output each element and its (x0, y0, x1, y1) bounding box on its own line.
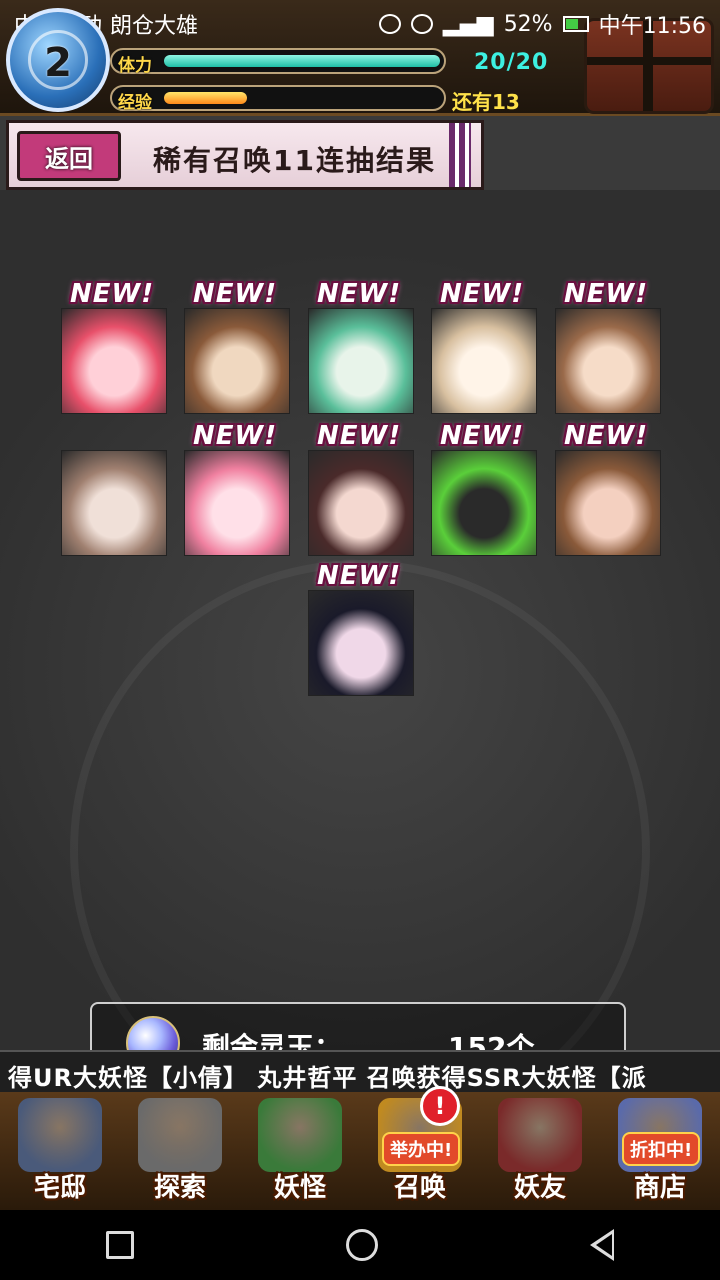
nav-label: 召唤 (393, 1173, 446, 1203)
nav-button[interactable]: 妖怪 (240, 1092, 360, 1210)
mansion-icon (18, 1098, 102, 1172)
banner-stripe (449, 123, 471, 187)
signal-icon: ▂▄▆ (442, 11, 494, 37)
stamina-value: 20/20 (474, 50, 549, 75)
app-label: 朗仓大雄 (110, 14, 199, 39)
friend-portrait-icon (498, 1098, 582, 1172)
experience-remaining: 还有13 (452, 90, 520, 114)
new-tag: NEW! (564, 279, 649, 309)
experience-bar: 经验 (110, 85, 446, 113)
new-tag: NEW! (440, 279, 525, 309)
new-tag: NEW! (317, 421, 402, 451)
nav-badge: 折扣中! (622, 1132, 701, 1166)
nav-label: 宅邸 (33, 1173, 86, 1203)
stamina-fill (164, 55, 440, 67)
ticker-text: 得UR大妖怪【小倩】 丸井哲平 召唤获得SSR大妖怪【派 (8, 1064, 647, 1092)
character-portrait (185, 309, 289, 413)
result-card[interactable]: NEW! (555, 421, 661, 556)
result-card[interactable] (61, 450, 167, 556)
eye-icon (410, 14, 433, 34)
system-nav-bar (0, 1210, 720, 1280)
nav-badge: 举办中! (382, 1132, 461, 1166)
character-portrait (62, 309, 166, 413)
nav-button[interactable]: 折扣中! 商店 (600, 1092, 720, 1210)
new-tag: NEW! (70, 279, 155, 309)
result-card[interactable]: NEW! (431, 421, 537, 556)
announcement-ticker: 得UR大妖怪【小倩】 丸井哲平 召唤获得SSR大妖怪【派 (0, 1050, 720, 1092)
level-badge[interactable]: 2 (6, 8, 110, 112)
new-tag: NEW! (317, 561, 402, 591)
game-screen: { "status_bar": { "carrier": "中国移动", "ap… (0, 0, 720, 1280)
character-portrait (309, 451, 413, 555)
character-portrait (432, 451, 536, 555)
page-title: 稀有召唤11连抽结果 (153, 144, 436, 177)
new-tag: NEW! (193, 421, 278, 451)
nav-button[interactable]: 宅邸 (0, 1092, 120, 1210)
level-number: 2 (44, 40, 72, 86)
nav-label: 妖友 (513, 1173, 566, 1203)
character-portrait (556, 309, 660, 413)
back-button[interactable]: 返回 (17, 131, 121, 181)
status-bar: 中国移动 朗仓大雄 ▂▄▆ 52% 中午11:56 (0, 0, 720, 48)
alert-icon: ! (420, 1086, 460, 1126)
recent-apps-button[interactable] (106, 1231, 134, 1259)
clock: 中午11:56 (598, 14, 706, 39)
nav-button[interactable]: 妖友 (480, 1092, 600, 1210)
nav-button[interactable]: 探索 (120, 1092, 240, 1210)
battery-percent: 52% (503, 11, 553, 37)
result-card[interactable]: NEW! (308, 421, 414, 556)
experience-label: 经验 (118, 93, 152, 113)
nav-label: 商店 (633, 1173, 686, 1203)
result-card[interactable]: NEW! (308, 279, 414, 414)
result-card[interactable]: NEW! (184, 279, 290, 414)
summon-results-area: NEW! NEW! NEW! NEW! NEW! NEW! NEW! NEW! NEW! NEW!… (0, 190, 720, 1140)
result-card[interactable]: NEW! (555, 279, 661, 414)
new-tag: NEW! (440, 421, 525, 451)
scroll-icon (258, 1098, 342, 1172)
new-tag: NEW! (564, 421, 649, 451)
bottom-nav: 宅邸 探索 妖怪 举办中!! 召唤 妖友 折扣中! 商店 (0, 1086, 720, 1210)
new-tag: NEW! (317, 279, 402, 309)
character-portrait (62, 451, 166, 555)
character-portrait (309, 309, 413, 413)
nav-label: 探索 (153, 1173, 206, 1203)
character-portrait (309, 591, 413, 695)
stamina-bar: 体力 (110, 48, 446, 76)
nav-button[interactable]: 举办中!! 召唤 (360, 1086, 480, 1210)
experience-fill (164, 92, 247, 104)
character-portrait (556, 451, 660, 555)
character-portrait (432, 309, 536, 413)
title-banner: 返回 稀有召唤11连抽结果 (6, 120, 484, 190)
battery-icon (562, 16, 589, 32)
new-tag: NEW! (193, 279, 278, 309)
result-card[interactable]: NEW! (61, 279, 167, 414)
magnifier-icon (138, 1098, 222, 1172)
result-card[interactable]: NEW! (308, 561, 414, 696)
stamina-label: 体力 (118, 56, 152, 76)
result-card[interactable]: NEW! (184, 421, 290, 556)
character-portrait (185, 451, 289, 555)
back-nav-button[interactable] (590, 1229, 614, 1261)
result-card[interactable]: NEW! (431, 279, 537, 414)
home-button[interactable] (346, 1229, 378, 1261)
nav-label: 妖怪 (273, 1173, 326, 1203)
alarm-icon (378, 14, 401, 34)
